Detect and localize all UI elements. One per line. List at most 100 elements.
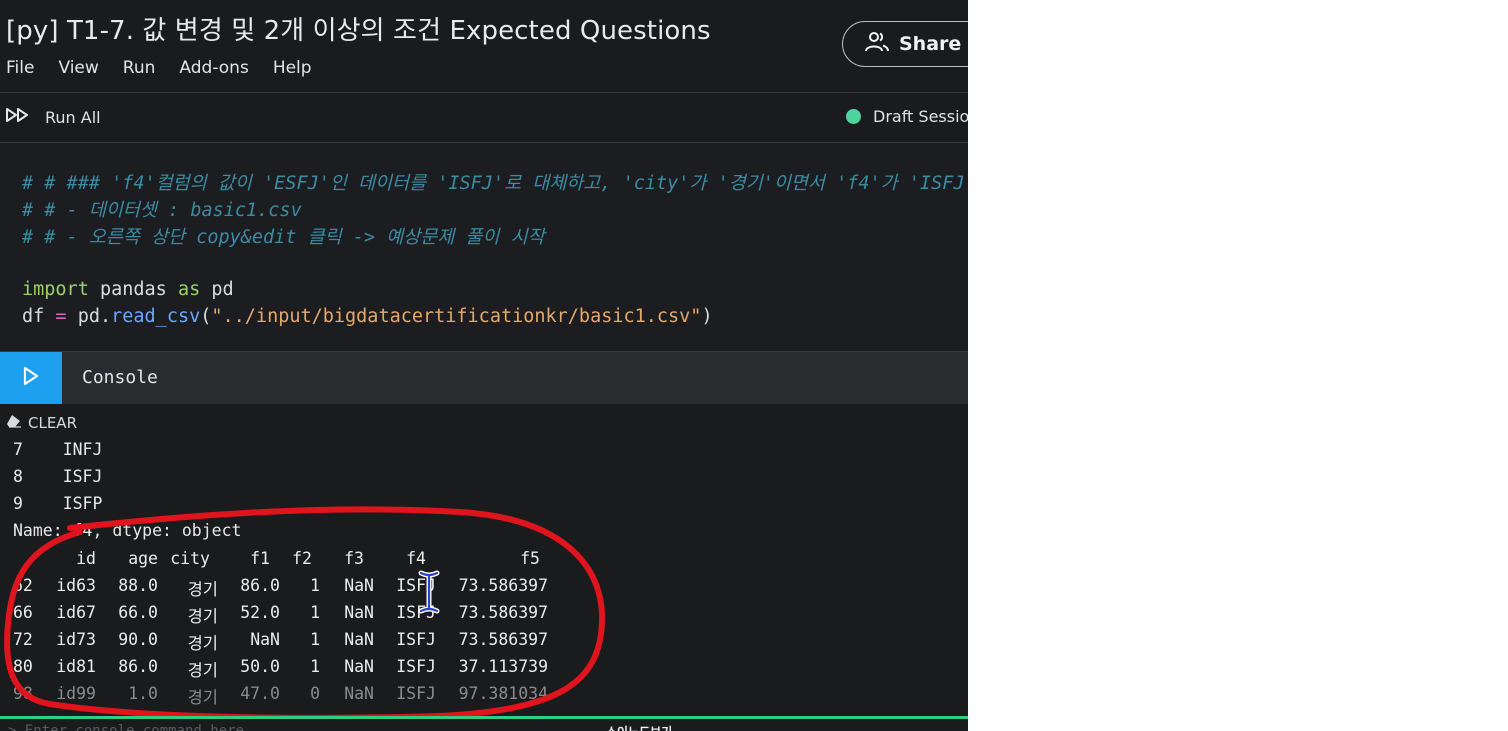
menu-help[interactable]: Help bbox=[273, 58, 312, 78]
cell-city: 경기 bbox=[187, 634, 218, 653]
cell-id: id99 bbox=[56, 684, 96, 703]
people-icon bbox=[865, 31, 889, 58]
import-alias: pd bbox=[211, 279, 234, 300]
cell-id: id67 bbox=[56, 603, 96, 622]
as-keyword: as bbox=[177, 279, 201, 300]
row-index: 72 bbox=[13, 630, 33, 649]
code-read-csv-line: df = pd.read_csv("../input/bigdatacertif… bbox=[22, 306, 713, 327]
column-header: id bbox=[76, 549, 96, 568]
cell-f1: 52.0 bbox=[240, 603, 280, 622]
clear-console-button[interactable]: CLEAR bbox=[6, 414, 77, 432]
cell-city: 경기 bbox=[187, 580, 218, 599]
console-label: Console bbox=[82, 367, 158, 388]
cell-id: id63 bbox=[56, 576, 96, 595]
cell-f5: 73.586397 bbox=[458, 576, 548, 595]
series-value: ISFJ bbox=[62, 467, 103, 486]
eraser-icon bbox=[6, 414, 22, 432]
code-cell[interactable]: # # ### 'f4'컬럼의 값이 'ESFJ'인 데이터를 'ISFJ'로 … bbox=[0, 144, 968, 350]
cell-f4: ISFJ bbox=[396, 576, 436, 595]
cell-f5: 97.381034 bbox=[458, 684, 548, 703]
csv-path-string: "../input/bigdatacertificationkr/basic1.… bbox=[211, 306, 702, 327]
play-icon bbox=[22, 366, 40, 390]
cell-f1: 50.0 bbox=[240, 657, 280, 676]
series-row: 8 ISFJ bbox=[13, 467, 102, 486]
code-comment-line: # # ### 'f4'컬럼의 값이 'ESFJ'인 데이터를 'ISFJ'로 … bbox=[22, 173, 968, 194]
cell-f3: NaN bbox=[344, 576, 374, 595]
console-input[interactable]: > Enter console command here bbox=[8, 723, 244, 731]
column-header: f1 bbox=[250, 549, 270, 568]
cell-age: 86.0 bbox=[118, 657, 158, 676]
toolbar-divider bbox=[0, 142, 968, 143]
cell-f5: 73.586397 bbox=[458, 630, 548, 649]
menu-add-ons[interactable]: Add-ons bbox=[179, 58, 248, 78]
cell-age: 88.0 bbox=[118, 576, 158, 595]
cell-f4: ISFJ bbox=[396, 630, 436, 649]
row-index: 66 bbox=[13, 603, 33, 622]
import-module: pandas bbox=[99, 279, 167, 300]
run-all-label: Run All bbox=[45, 107, 101, 127]
cell-f4: ISFJ bbox=[396, 684, 436, 703]
cell-city: 경기 bbox=[187, 607, 218, 626]
cell-f2: 1 bbox=[310, 603, 320, 622]
notebook-title[interactable]: [py] T1-7. 값 변경 및 2개 이상의 조건 Expected Que… bbox=[6, 10, 711, 47]
row-index: 98 bbox=[13, 684, 33, 703]
session-status-dot bbox=[846, 109, 861, 124]
cell-f1: 86.0 bbox=[240, 576, 280, 595]
column-header: f5 bbox=[520, 549, 540, 568]
column-header: f4 bbox=[406, 549, 426, 568]
assign-target: df bbox=[22, 306, 45, 327]
session-label: Draft Session bbox=[873, 107, 968, 126]
row-index: 80 bbox=[13, 657, 33, 676]
series-value: INFJ bbox=[62, 440, 103, 459]
cell-f3: NaN bbox=[344, 684, 374, 703]
console-run-button[interactable] bbox=[0, 352, 62, 404]
notebook-editor: [py] T1-7. 값 변경 및 2개 이상의 조건 Expected Que… bbox=[0, 0, 968, 731]
share-label: Share bbox=[899, 33, 962, 55]
column-header: city bbox=[170, 549, 210, 568]
series-index: 9 bbox=[13, 494, 23, 513]
cell-f4: ISFJ bbox=[396, 603, 436, 622]
bottom-caption: 소이노드보기 bbox=[606, 723, 672, 731]
cell-age: 66.0 bbox=[118, 603, 158, 622]
console-input-bar: > Enter console command here 소이노드보기 bbox=[0, 716, 968, 731]
cell-city: 경기 bbox=[187, 688, 218, 707]
cell-f2: 0 bbox=[310, 684, 320, 703]
call-object: pd. bbox=[77, 306, 112, 327]
cell-f5: 73.586397 bbox=[458, 603, 548, 622]
series-index: 8 bbox=[13, 467, 23, 486]
cell-f2: 1 bbox=[310, 576, 320, 595]
column-header: f3 bbox=[344, 549, 364, 568]
menu-view[interactable]: View bbox=[58, 58, 98, 78]
menu-file[interactable]: File bbox=[6, 58, 34, 78]
cell-city: 경기 bbox=[187, 661, 218, 680]
share-button[interactable]: Share bbox=[842, 21, 968, 67]
cell-id: id73 bbox=[56, 630, 96, 649]
run-all-button[interactable]: Run All bbox=[6, 107, 101, 127]
call-close-paren: ) bbox=[701, 306, 713, 327]
import-keyword: import bbox=[22, 279, 89, 300]
code-comment-line: # # - 오른쪽 상단 copy&edit 클릭 -> 예상문제 풀이 시작 bbox=[22, 227, 545, 248]
console-bar: Console bbox=[0, 351, 968, 405]
cell-f3: NaN bbox=[344, 630, 374, 649]
cell-age: 1.0 bbox=[128, 684, 158, 703]
cell-f3: NaN bbox=[344, 603, 374, 622]
cell-f4: ISFJ bbox=[396, 657, 436, 676]
call-function: read_csv bbox=[111, 306, 201, 327]
row-index: 62 bbox=[13, 576, 33, 595]
cell-f2: 1 bbox=[310, 657, 320, 676]
cell-f2: 1 bbox=[310, 630, 320, 649]
column-header: age bbox=[128, 549, 158, 568]
series-row: 7 INFJ bbox=[13, 440, 102, 459]
cell-f5: 37.113739 bbox=[458, 657, 548, 676]
session-status[interactable]: Draft Session bbox=[846, 107, 968, 126]
cell-f1: 47.0 bbox=[240, 684, 280, 703]
code-import-line: import pandas as pd bbox=[22, 279, 234, 300]
call-open-paren: ( bbox=[200, 306, 212, 327]
fast-forward-icon bbox=[6, 107, 31, 127]
series-row: 9 ISFP bbox=[13, 494, 102, 513]
menu-run[interactable]: Run bbox=[123, 58, 156, 78]
code-comment-line: # # - 데이터셋 : basic1.csv bbox=[22, 200, 302, 221]
cell-id: id81 bbox=[56, 657, 96, 676]
series-index: 7 bbox=[13, 440, 23, 459]
series-value: ISFP bbox=[62, 494, 103, 513]
